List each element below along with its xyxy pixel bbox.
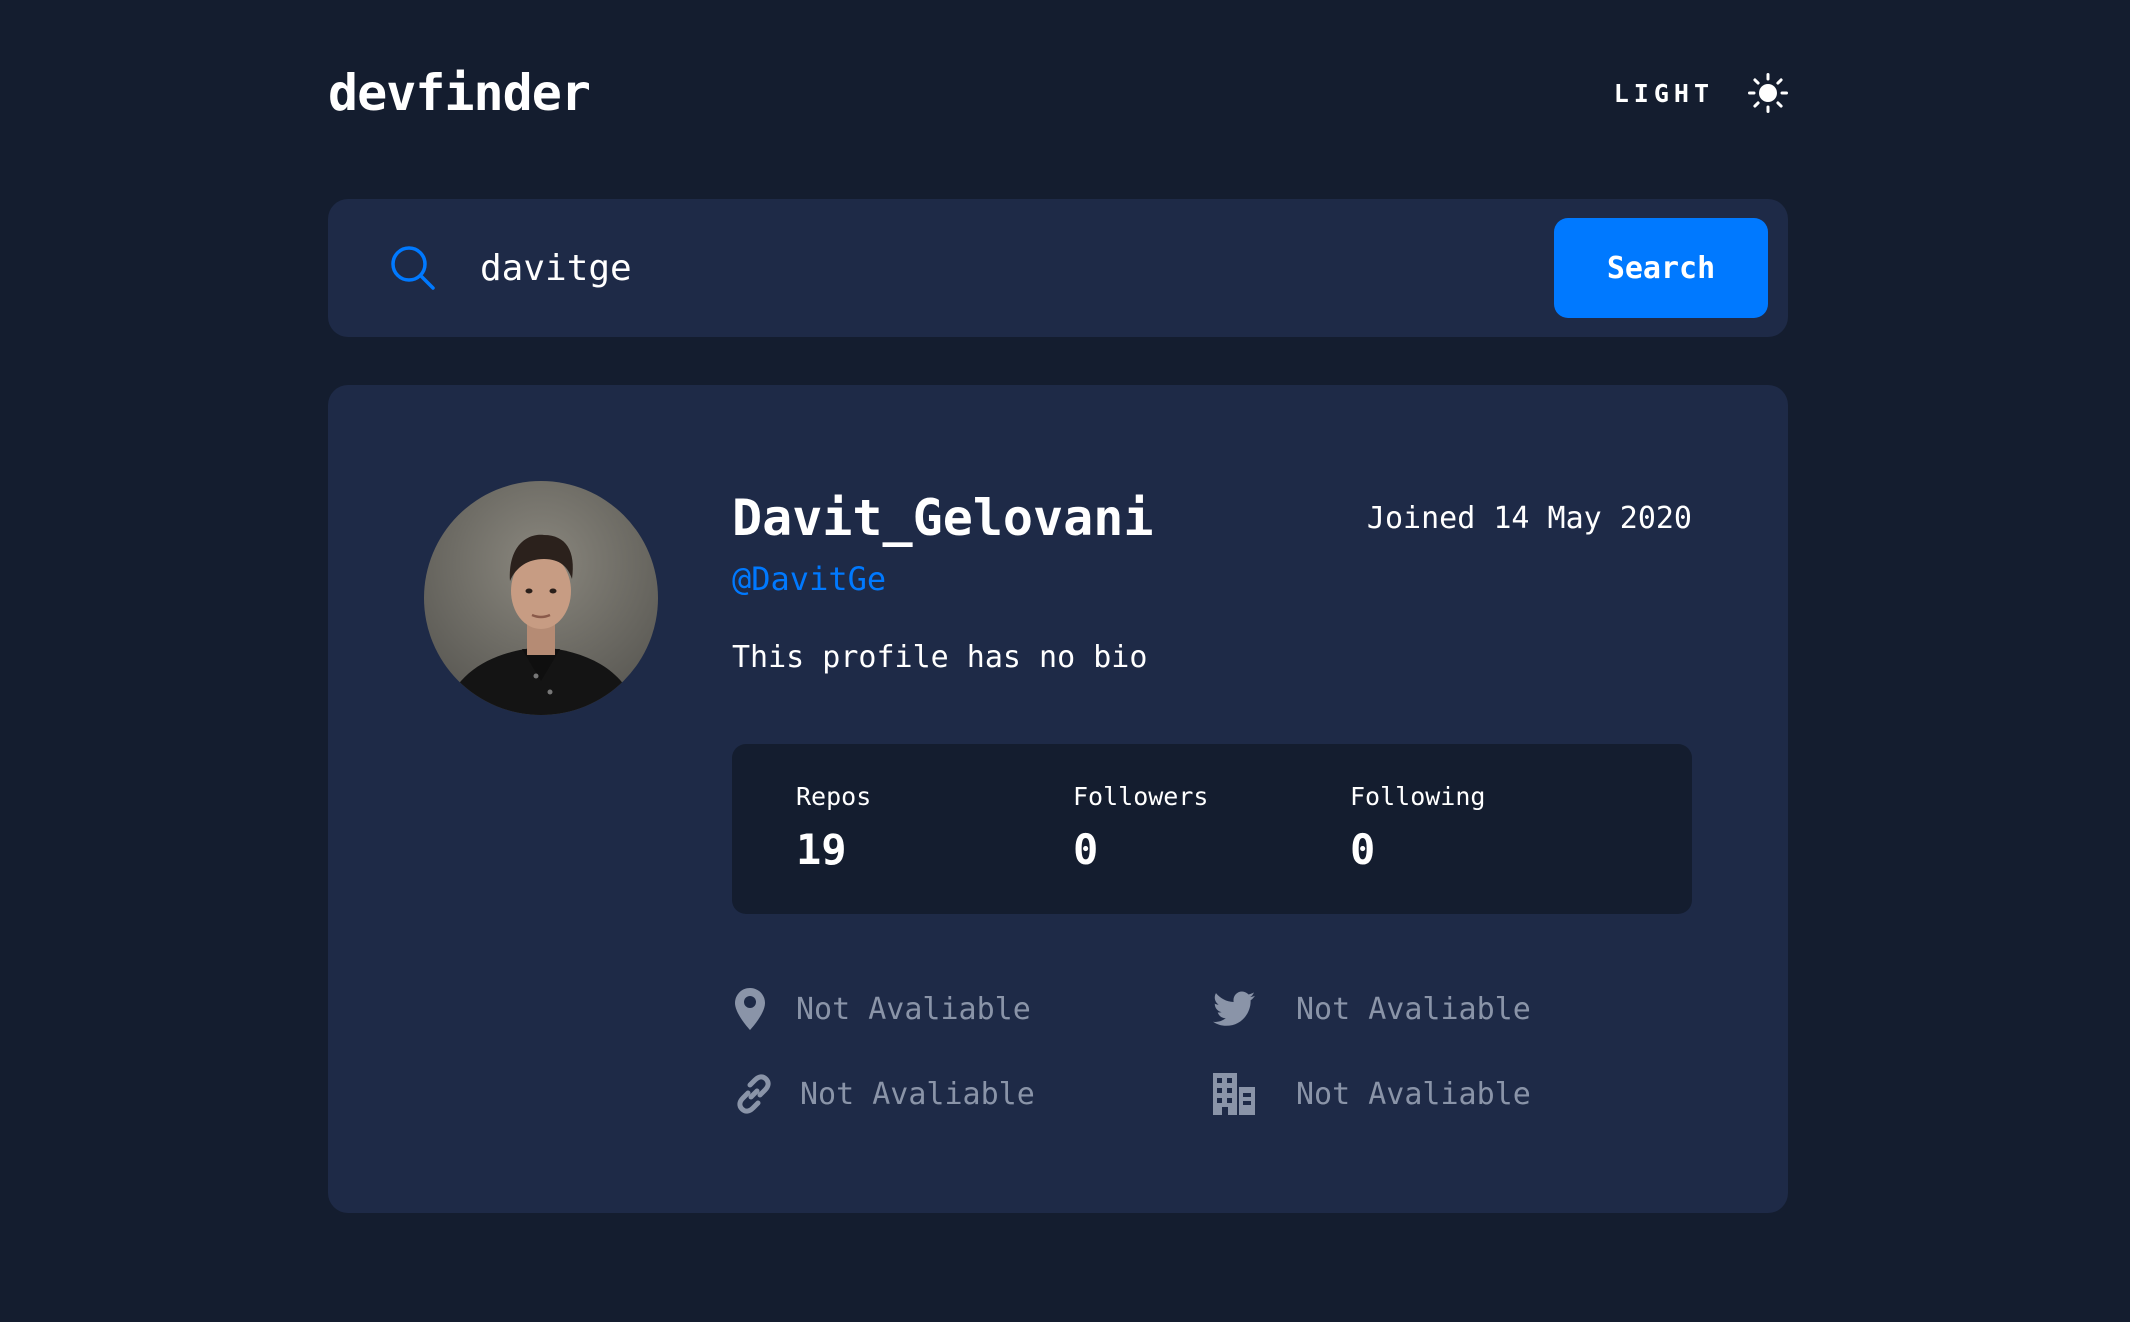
company-text: Not Avaliable (1296, 1076, 1531, 1112)
location-text: Not Avaliable (796, 991, 1031, 1027)
search-input[interactable] (480, 235, 1280, 301)
app-logo: devfinder (328, 64, 591, 122)
avatar (424, 481, 658, 715)
stat-label: Repos (796, 782, 872, 811)
profile-handle-link[interactable]: @DavitGe (732, 560, 886, 598)
link-icon[interactable] (732, 1072, 776, 1116)
joined-date: Joined 14 May 2020 (1366, 501, 1692, 536)
twitter-text: Not Avaliable (1296, 991, 1531, 1027)
stat-following: Following 0 (1350, 782, 1485, 874)
location-icon (728, 987, 772, 1031)
sun-icon[interactable] (1748, 73, 1788, 113)
profile-card: Davit_Gelovani Joined 14 May 2020 @Davit… (328, 385, 1788, 1213)
stat-value: 0 (1073, 825, 1099, 874)
profile-bio: This profile has no bio (732, 640, 1148, 675)
twitter-row: Not Avaliable (1212, 987, 1531, 1031)
stat-followers: Followers 0 (1073, 782, 1208, 874)
stat-label: Followers (1073, 782, 1209, 811)
location-row: Not Avaliable (728, 987, 1031, 1031)
company-icon (1212, 1072, 1256, 1116)
twitter-icon (1212, 987, 1256, 1031)
app-header: devfinder LIGHT (328, 58, 1788, 128)
search-bar: Search (328, 199, 1788, 337)
website-text[interactable]: Not Avaliable (800, 1077, 1035, 1112)
stat-value: 19 (796, 825, 847, 874)
theme-toggle-label[interactable]: LIGHT (1614, 79, 1714, 108)
stat-value: 0 (1350, 825, 1376, 874)
website-row: Not Avaliable (732, 1072, 1035, 1116)
company-row: Not Avaliable (1212, 1072, 1531, 1116)
search-icon (390, 245, 436, 295)
theme-toggle[interactable]: LIGHT (1614, 73, 1788, 113)
stat-label: Following (1350, 782, 1486, 811)
search-button[interactable]: Search (1554, 218, 1768, 318)
stats-panel: Repos 19 Followers 0 Following 0 (732, 744, 1692, 914)
profile-name: Davit_Gelovani (732, 489, 1154, 547)
stat-repos: Repos 19 (796, 782, 871, 874)
